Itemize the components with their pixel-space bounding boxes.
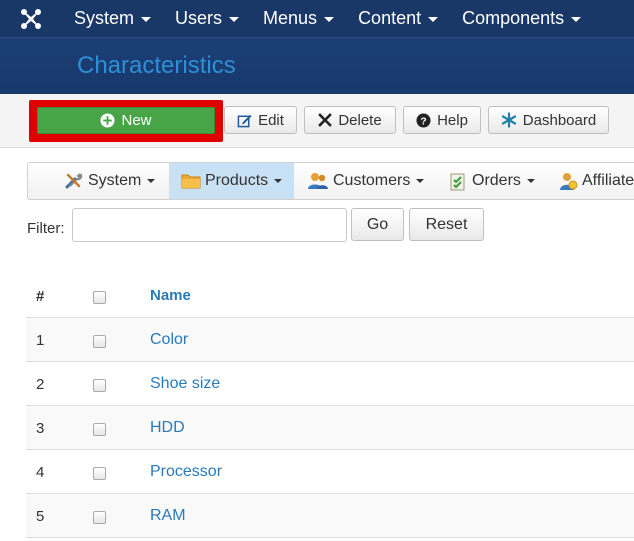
row-checkbox[interactable] xyxy=(93,467,106,480)
row-number: 5 xyxy=(36,508,45,525)
joomla-logo-icon[interactable] xyxy=(0,0,62,37)
delete-button-label: Delete xyxy=(338,111,382,129)
table-header-row: # Name xyxy=(26,274,634,318)
caret-down-icon xyxy=(526,179,535,183)
clipboard-icon xyxy=(450,173,465,191)
caret-down-icon xyxy=(141,17,152,22)
submenu-system-label: System xyxy=(88,172,142,189)
reset-button[interactable]: Reset xyxy=(409,208,484,241)
page-title: Characteristics xyxy=(77,52,236,79)
column-header-name[interactable]: Name xyxy=(150,287,191,304)
edit-button-label: Edit xyxy=(258,111,284,129)
nav-users[interactable]: Users xyxy=(163,0,251,37)
row-name-link[interactable]: Shoe size xyxy=(150,375,220,393)
dashboard-icon xyxy=(501,112,516,128)
caret-down-icon xyxy=(147,179,156,183)
row-name-link[interactable]: Processor xyxy=(150,463,222,481)
nav-components-label: Components xyxy=(462,8,565,28)
nav-menus-label: Menus xyxy=(263,8,318,28)
row-name-link[interactable]: RAM xyxy=(150,507,186,525)
row-number: 3 xyxy=(36,420,45,437)
table-row: 3 HDD xyxy=(26,406,634,450)
row-name-link[interactable]: Color xyxy=(150,331,188,349)
submenu-system[interactable]: System xyxy=(64,163,160,199)
help-button[interactable]: ? Help xyxy=(403,106,481,134)
go-button[interactable]: Go xyxy=(351,208,404,241)
row-checkbox[interactable] xyxy=(93,379,106,392)
submenu-customers[interactable]: Customers xyxy=(307,163,427,199)
delete-button[interactable]: Delete xyxy=(304,106,396,134)
nav-system-label: System xyxy=(74,8,135,28)
caret-down-icon xyxy=(274,179,283,183)
top-navbar: System Users Menus Content Components xyxy=(0,0,634,37)
table-row: 1 Color xyxy=(26,318,634,362)
row-number: 4 xyxy=(36,464,45,481)
nav-menus[interactable]: Menus xyxy=(251,0,346,37)
users-icon xyxy=(308,173,328,189)
row-number: 2 xyxy=(36,376,45,393)
new-button[interactable]: New xyxy=(37,107,215,134)
close-icon xyxy=(318,113,333,127)
row-number: 1 xyxy=(36,332,45,349)
dashboard-button-label: Dashboard xyxy=(522,111,597,129)
submenu-orders[interactable]: Orders xyxy=(448,163,538,199)
caret-down-icon xyxy=(229,17,240,22)
folder-icon xyxy=(181,174,201,189)
table-row: 4 Processor xyxy=(26,450,634,494)
dashboard-button[interactable]: Dashboard xyxy=(488,106,609,134)
submenu-affiliate[interactable]: Affiliate xyxy=(558,163,634,199)
nav-system[interactable]: System xyxy=(62,0,163,37)
filter-input[interactable] xyxy=(72,208,347,242)
plus-circle-icon xyxy=(100,113,116,128)
characteristics-table: # Name 1 Color 2 Shoe size 3 HDD 4 Proce… xyxy=(26,274,634,538)
filter-label: Filter: xyxy=(27,220,65,237)
row-name-link[interactable]: HDD xyxy=(150,419,185,437)
table-row: 5 RAM xyxy=(26,494,634,538)
caret-down-icon xyxy=(416,179,425,183)
tools-icon xyxy=(65,173,83,189)
row-checkbox[interactable] xyxy=(93,335,106,348)
caret-down-icon xyxy=(428,17,439,22)
caret-down-icon xyxy=(324,17,335,22)
component-submenu: System Products Customers Orders Affilia… xyxy=(27,162,634,200)
affiliate-icon xyxy=(560,173,578,190)
question-circle-icon: ? xyxy=(416,112,431,128)
nav-components[interactable]: Components xyxy=(450,0,593,37)
table-row: 2 Shoe size xyxy=(26,362,634,406)
submenu-orders-label: Orders xyxy=(472,172,521,189)
edit-icon xyxy=(237,114,252,127)
nav-users-label: Users xyxy=(175,8,223,28)
submenu-products[interactable]: Products xyxy=(169,163,294,199)
page-header: Characteristics xyxy=(0,37,634,94)
caret-down-icon xyxy=(571,17,582,22)
nav-content-label: Content xyxy=(358,8,422,28)
submenu-affiliate-label: Affiliate xyxy=(582,172,634,189)
svg-text:?: ? xyxy=(420,116,426,127)
edit-button[interactable]: Edit xyxy=(224,106,297,134)
new-button-label: New xyxy=(121,112,152,129)
submenu-customers-label: Customers xyxy=(333,172,411,189)
submenu-products-label: Products xyxy=(205,172,269,189)
nav-content[interactable]: Content xyxy=(346,0,450,37)
select-all-checkbox[interactable] xyxy=(93,291,106,304)
column-header-number: # xyxy=(36,288,45,305)
row-checkbox[interactable] xyxy=(93,511,106,524)
row-checkbox[interactable] xyxy=(93,423,106,436)
help-button-label: Help xyxy=(437,111,468,129)
